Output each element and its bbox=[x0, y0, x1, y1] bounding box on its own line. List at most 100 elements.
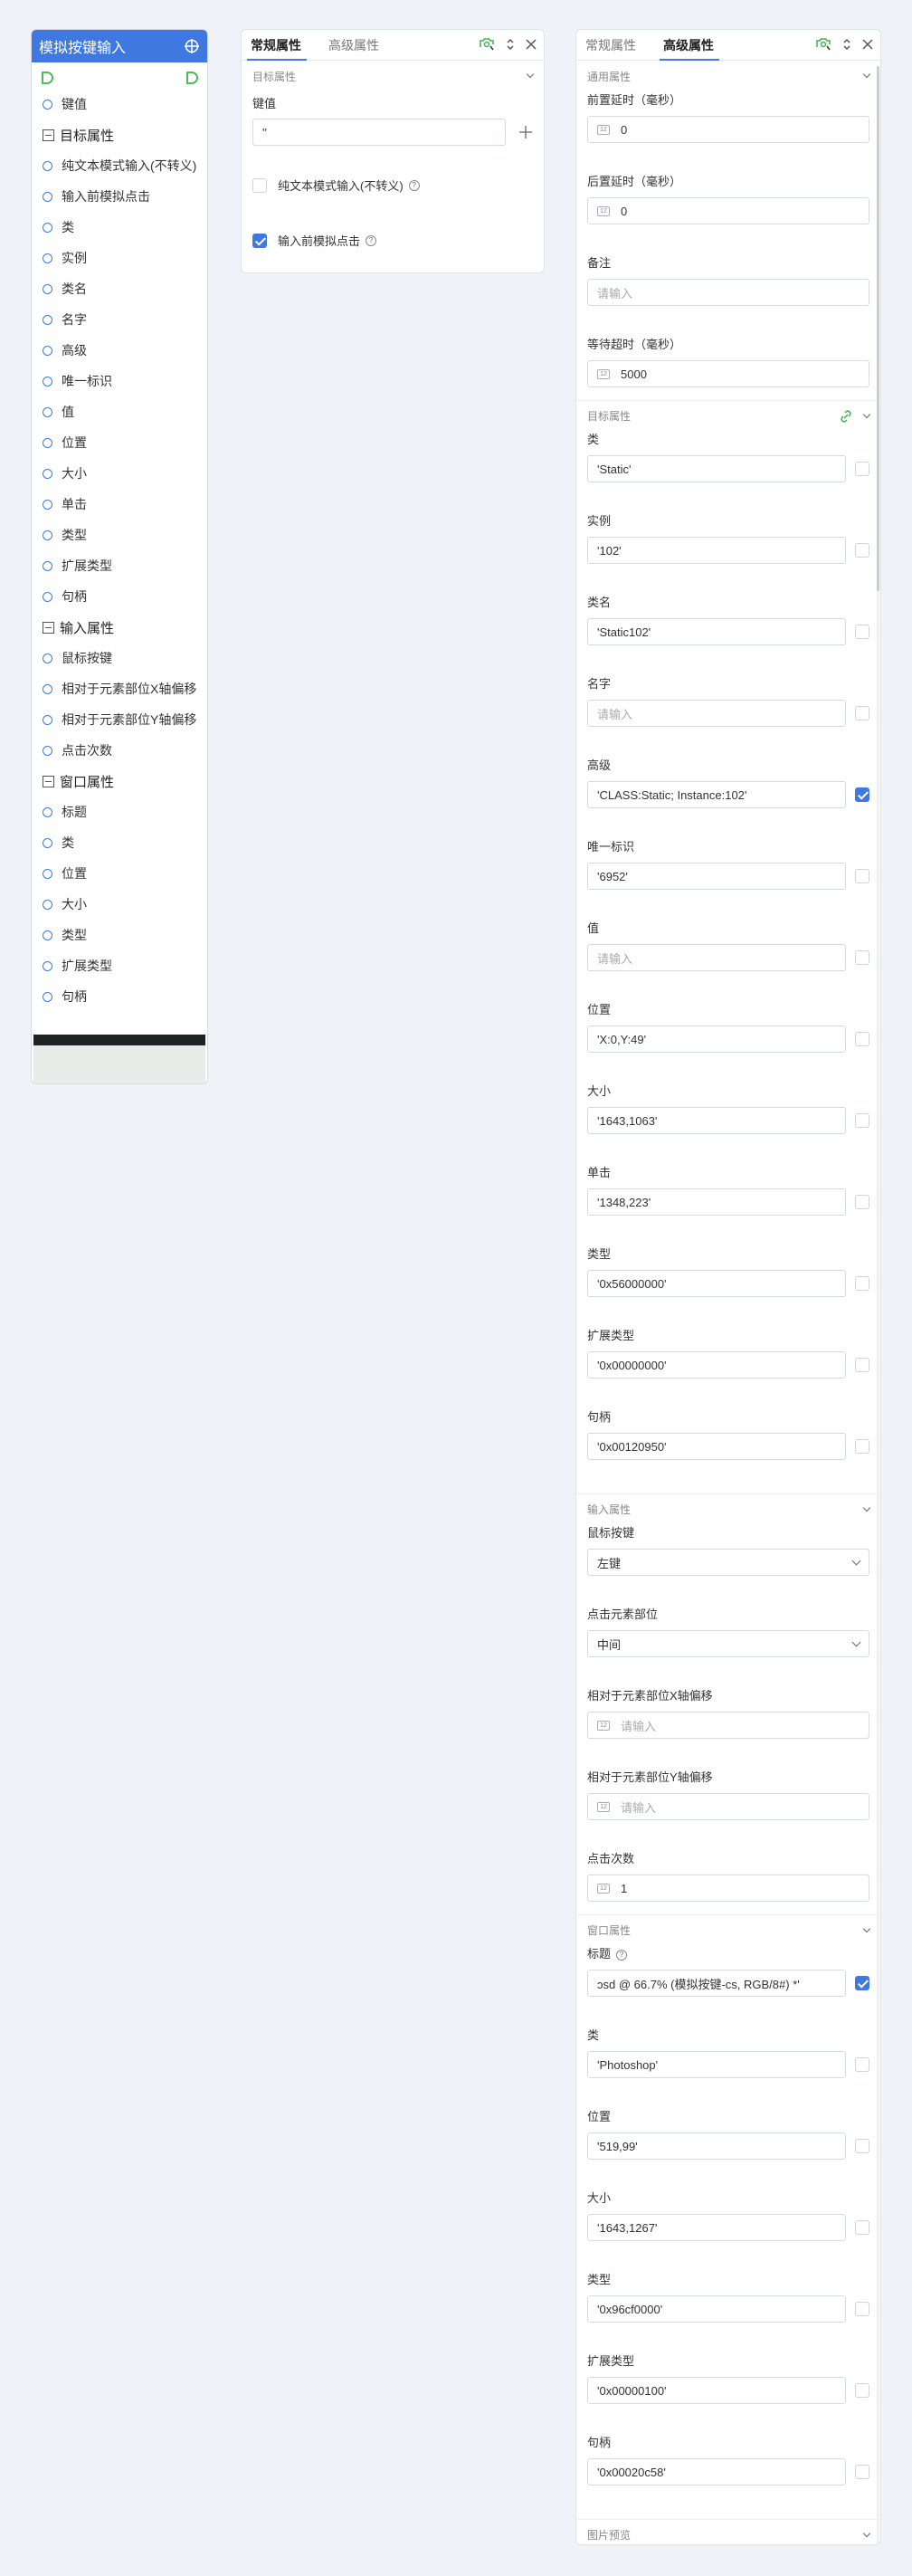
property-input[interactable]: '0x00000100' bbox=[587, 2377, 846, 2404]
chevron-down-icon[interactable] bbox=[862, 1924, 871, 1932]
node-property-row[interactable]: 类 bbox=[32, 212, 207, 243]
node-property-row[interactable]: 纯文本模式输入(不转义) bbox=[32, 150, 207, 181]
window-title-checkbox[interactable] bbox=[855, 1976, 869, 1990]
node-group-row[interactable]: 窗口属性 bbox=[32, 766, 207, 797]
property-checkbox[interactable] bbox=[855, 1113, 869, 1128]
node-property-row[interactable]: 类名 bbox=[32, 273, 207, 304]
capture-element-icon[interactable] bbox=[479, 37, 495, 52]
click-part-select[interactable]: 中间 bbox=[587, 1630, 869, 1657]
node-property-row[interactable]: 位置 bbox=[32, 858, 207, 889]
help-icon[interactable]: ? bbox=[616, 1949, 628, 1961]
node-property-row[interactable]: 相对于元素部位Y轴偏移 bbox=[32, 704, 207, 735]
help-icon[interactable]: ? bbox=[408, 179, 420, 191]
output-port-icon[interactable] bbox=[185, 71, 199, 85]
chevron-down-icon[interactable] bbox=[862, 1503, 871, 1512]
collapse-box-icon[interactable] bbox=[43, 775, 54, 787]
node-property-row[interactable]: 类型 bbox=[32, 520, 207, 550]
property-input[interactable]: '0x56000000' bbox=[587, 1270, 846, 1297]
collapse-box-icon[interactable] bbox=[43, 129, 54, 141]
property-input[interactable]: '0x00000000' bbox=[587, 1351, 846, 1379]
add-icon[interactable] bbox=[518, 125, 533, 139]
node-property-row[interactable]: 点击次数 bbox=[32, 735, 207, 766]
close-icon[interactable] bbox=[862, 39, 873, 50]
property-input[interactable]: 'Static102' bbox=[587, 618, 846, 645]
property-input[interactable]: 'Photoshop' bbox=[587, 2051, 846, 2078]
capture-element-icon[interactable] bbox=[815, 37, 831, 52]
node-property-row[interactable]: 实例 bbox=[32, 243, 207, 273]
link-icon[interactable] bbox=[839, 409, 853, 424]
node-property-row[interactable]: 大小 bbox=[32, 458, 207, 489]
chevron-down-icon[interactable] bbox=[526, 70, 535, 79]
panel-scrollbar[interactable] bbox=[877, 66, 879, 2544]
property-checkbox[interactable] bbox=[855, 706, 869, 720]
property-checkbox[interactable] bbox=[855, 2383, 869, 2398]
window-title-input[interactable]: ɔsd @ 66.7% (模拟按键-cs, RGB/8#) *' bbox=[587, 1970, 846, 1997]
node-property-row[interactable]: 鼠标按键 bbox=[32, 643, 207, 673]
flow-node-card[interactable]: 模拟按键输入 键值 目标属性 纯文本模式输入(不转义) 输入前模拟点击类实例 类名 名字高… bbox=[31, 29, 208, 1084]
plain-text-checkbox[interactable] bbox=[252, 177, 267, 193]
chevron-down-icon[interactable] bbox=[862, 70, 871, 79]
property-checkbox[interactable] bbox=[855, 787, 869, 802]
tab-advanced[interactable]: 高级属性 bbox=[328, 36, 388, 60]
tab-general[interactable]: 常规属性 bbox=[585, 36, 645, 60]
mouse-button-select[interactable]: 左键 bbox=[587, 1549, 869, 1576]
expand-collapse-icon[interactable] bbox=[842, 37, 851, 52]
node-property-row[interactable]: 输入前模拟点击 bbox=[32, 181, 207, 212]
node-property-row[interactable]: 标题 bbox=[32, 797, 207, 827]
property-checkbox[interactable] bbox=[855, 2465, 869, 2479]
property-checkbox[interactable] bbox=[855, 1276, 869, 1291]
x-offset-input[interactable]: 12 请输入 bbox=[587, 1712, 869, 1739]
property-input[interactable]: '0x00020c58' bbox=[587, 2458, 846, 2485]
property-input[interactable]: '1643,1267' bbox=[587, 2214, 846, 2241]
click-count-input[interactable]: 12 1 bbox=[587, 1875, 869, 1902]
key-value-input[interactable]: '' bbox=[252, 119, 506, 146]
close-icon[interactable] bbox=[526, 39, 537, 50]
collapse-box-icon[interactable] bbox=[43, 621, 54, 634]
node-property-row[interactable]: 单击 bbox=[32, 489, 207, 520]
property-checkbox[interactable] bbox=[855, 462, 869, 476]
node-property-row[interactable]: 扩展类型 bbox=[32, 950, 207, 981]
tab-general[interactable]: 常规属性 bbox=[247, 36, 310, 61]
property-checkbox[interactable] bbox=[855, 543, 869, 558]
property-checkbox[interactable] bbox=[855, 869, 869, 883]
timeout-input[interactable]: 12 5000 bbox=[587, 360, 869, 387]
note-input[interactable]: 请输入 bbox=[587, 279, 869, 306]
node-property-row[interactable]: 值 bbox=[32, 396, 207, 427]
property-input[interactable]: '1643,1063' bbox=[587, 1107, 846, 1134]
property-input[interactable]: '1348,223' bbox=[587, 1188, 846, 1216]
property-input[interactable]: '519,99' bbox=[587, 2132, 846, 2160]
property-checkbox[interactable] bbox=[855, 950, 869, 965]
tab-advanced[interactable]: 高级属性 bbox=[660, 36, 723, 61]
property-input[interactable]: '0x96cf0000' bbox=[587, 2295, 846, 2323]
y-offset-input[interactable]: 12 请输入 bbox=[587, 1793, 869, 1820]
property-checkbox[interactable] bbox=[855, 1032, 869, 1046]
help-icon[interactable]: ? bbox=[366, 234, 377, 246]
property-checkbox[interactable] bbox=[855, 1195, 869, 1209]
node-property-row[interactable]: 键值 bbox=[32, 89, 207, 119]
pre-click-checkbox[interactable] bbox=[252, 233, 267, 248]
property-input[interactable]: 请输入 bbox=[587, 700, 846, 727]
pre-delay-input[interactable]: 12 0 bbox=[587, 116, 869, 143]
property-checkbox[interactable] bbox=[855, 2139, 869, 2153]
node-property-row[interactable]: 唯一标识 bbox=[32, 366, 207, 396]
target-crosshair-icon[interactable] bbox=[184, 38, 200, 54]
node-property-row[interactable]: 类型 bbox=[32, 920, 207, 950]
node-property-row[interactable]: 扩展类型 bbox=[32, 550, 207, 581]
node-property-row[interactable]: 句柄 bbox=[32, 581, 207, 612]
property-checkbox[interactable] bbox=[855, 1358, 869, 1372]
property-input[interactable]: 'X:0,Y:49' bbox=[587, 1026, 846, 1053]
node-property-row[interactable]: 相对于元素部位X轴偏移 bbox=[32, 673, 207, 704]
property-checkbox[interactable] bbox=[855, 1439, 869, 1454]
property-input[interactable]: '6952' bbox=[587, 863, 846, 890]
post-delay-input[interactable]: 12 0 bbox=[587, 197, 869, 224]
property-checkbox[interactable] bbox=[855, 2220, 869, 2235]
node-group-row[interactable]: 目标属性 bbox=[32, 119, 207, 150]
chevron-down-icon[interactable] bbox=[862, 2529, 871, 2537]
property-checkbox[interactable] bbox=[855, 2057, 869, 2072]
property-input[interactable]: 请输入 bbox=[587, 944, 846, 971]
node-header[interactable]: 模拟按键输入 bbox=[32, 30, 207, 62]
input-port-icon[interactable] bbox=[40, 71, 54, 85]
property-input[interactable]: 'CLASS:Static; Instance:102' bbox=[587, 781, 846, 808]
chevron-down-icon[interactable] bbox=[862, 410, 871, 418]
node-property-row[interactable]: 高级 bbox=[32, 335, 207, 366]
